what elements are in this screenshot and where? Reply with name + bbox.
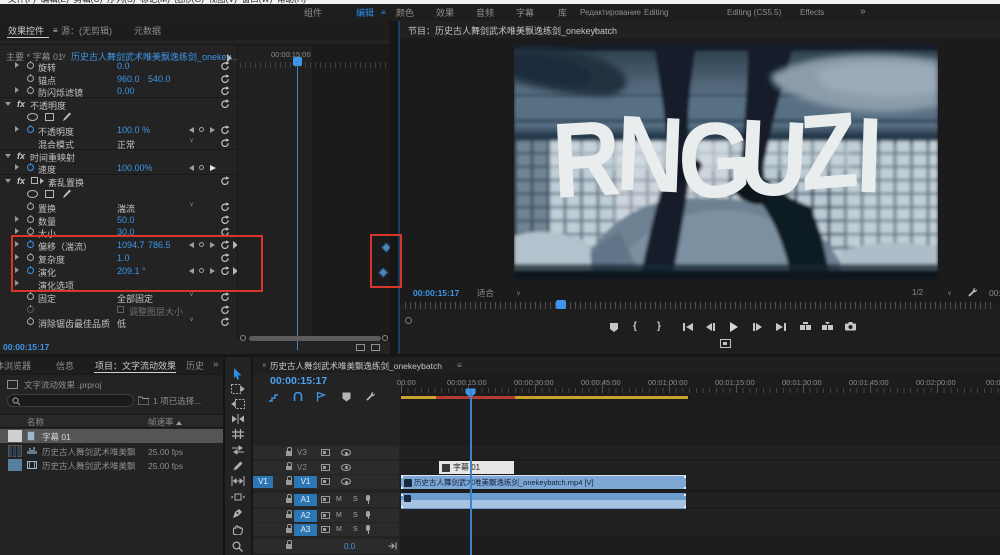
svg-text:N: N: [614, 94, 686, 216]
svg-text:R: R: [550, 99, 623, 222]
svg-text:I: I: [855, 96, 885, 216]
svg-text:Z: Z: [797, 90, 862, 213]
